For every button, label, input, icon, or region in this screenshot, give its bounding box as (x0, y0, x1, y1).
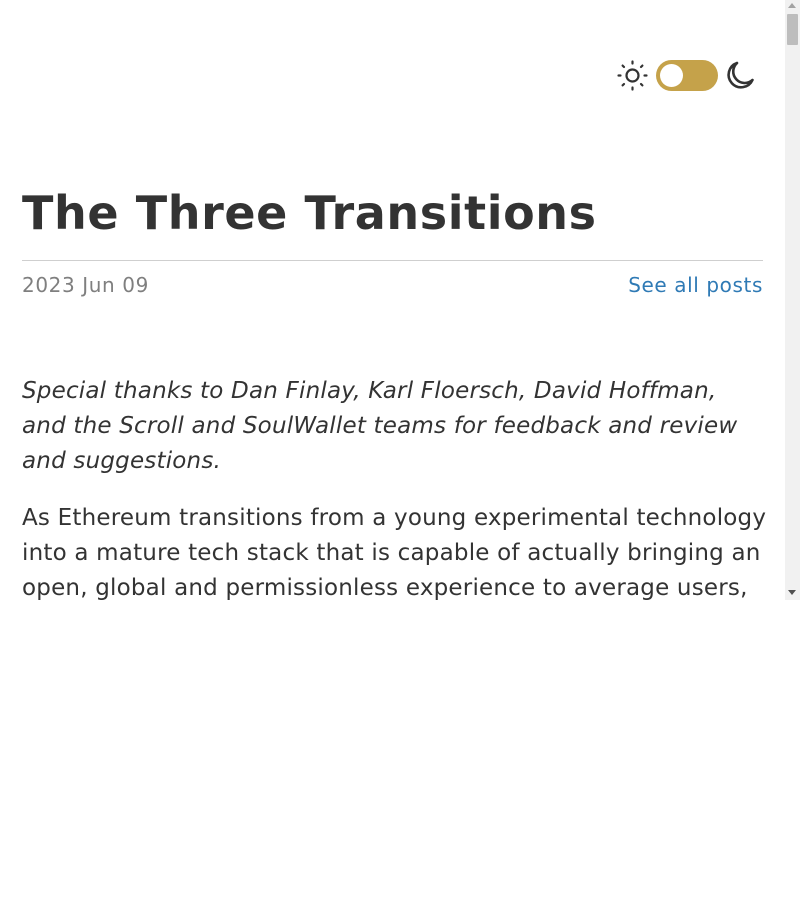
toggle-knob (660, 64, 683, 87)
theme-switch (617, 60, 757, 92)
moon-icon (727, 61, 754, 89)
page-viewport: The Three Transitions 2023 Jun 09 See al… (0, 0, 800, 600)
vertical-scrollbar[interactable] (785, 0, 800, 600)
sun-icon (617, 60, 648, 91)
post-content: Special thanks to Dan Finlay, Karl Floer… (22, 374, 767, 600)
title-divider (22, 260, 763, 261)
post-date: 2023 Jun 09 (22, 273, 149, 297)
see-all-posts-link[interactable]: See all posts (628, 273, 763, 297)
intro-paragraph: As Ethereum transitions from a young exp… (22, 505, 767, 600)
theme-toggle[interactable] (656, 60, 718, 91)
post-title: The Three Transitions (22, 186, 597, 240)
scroll-up-arrow-icon[interactable] (788, 3, 796, 8)
scroll-down-arrow-icon[interactable] (788, 590, 796, 595)
acknowledgements: Special thanks to Dan Finlay, Karl Floer… (22, 378, 738, 474)
scroll-thumb[interactable] (787, 14, 798, 45)
